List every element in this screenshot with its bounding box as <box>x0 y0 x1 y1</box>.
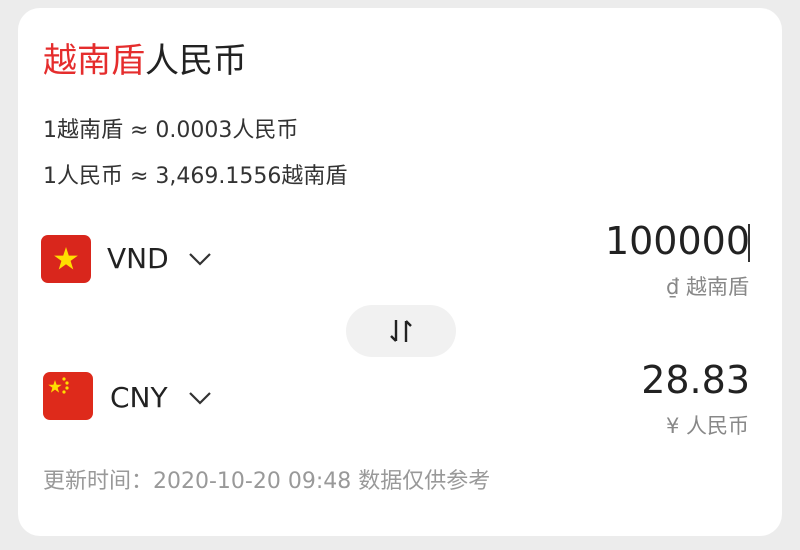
rate-line-vnd-to-cny: 1越南盾 ≈ 0.0003人民币 <box>43 118 299 143</box>
china-flag-icon[interactable] <box>43 372 93 420</box>
source-amount-input[interactable]: 100000 <box>605 219 750 263</box>
target-currency-code[interactable]: CNY <box>110 381 168 415</box>
page-title: 越南盾人民币 <box>43 38 247 84</box>
update-time-footer: 更新时间：2020-10-20 09:48 数据仅供参考 <box>43 469 491 494</box>
chevron-down-icon[interactable] <box>188 391 212 405</box>
source-currency-code[interactable]: VND <box>107 242 169 276</box>
title-from-currency: 越南盾 <box>43 41 145 81</box>
swap-button[interactable] <box>346 305 456 357</box>
text-cursor <box>748 224 750 262</box>
target-unit-label: ¥ 人民币 <box>665 414 749 438</box>
source-unit-label: ₫ 越南盾 <box>665 275 749 299</box>
rate-line-cny-to-vnd: 1人民币 ≈ 3,469.1556越南盾 <box>43 164 348 189</box>
target-amount-value[interactable]: 28.83 <box>641 358 750 402</box>
chevron-down-icon[interactable] <box>188 252 212 266</box>
title-to-currency: 人民币 <box>145 41 247 81</box>
vietnam-flag-icon[interactable] <box>41 235 91 283</box>
swap-arrows-icon <box>390 320 412 342</box>
